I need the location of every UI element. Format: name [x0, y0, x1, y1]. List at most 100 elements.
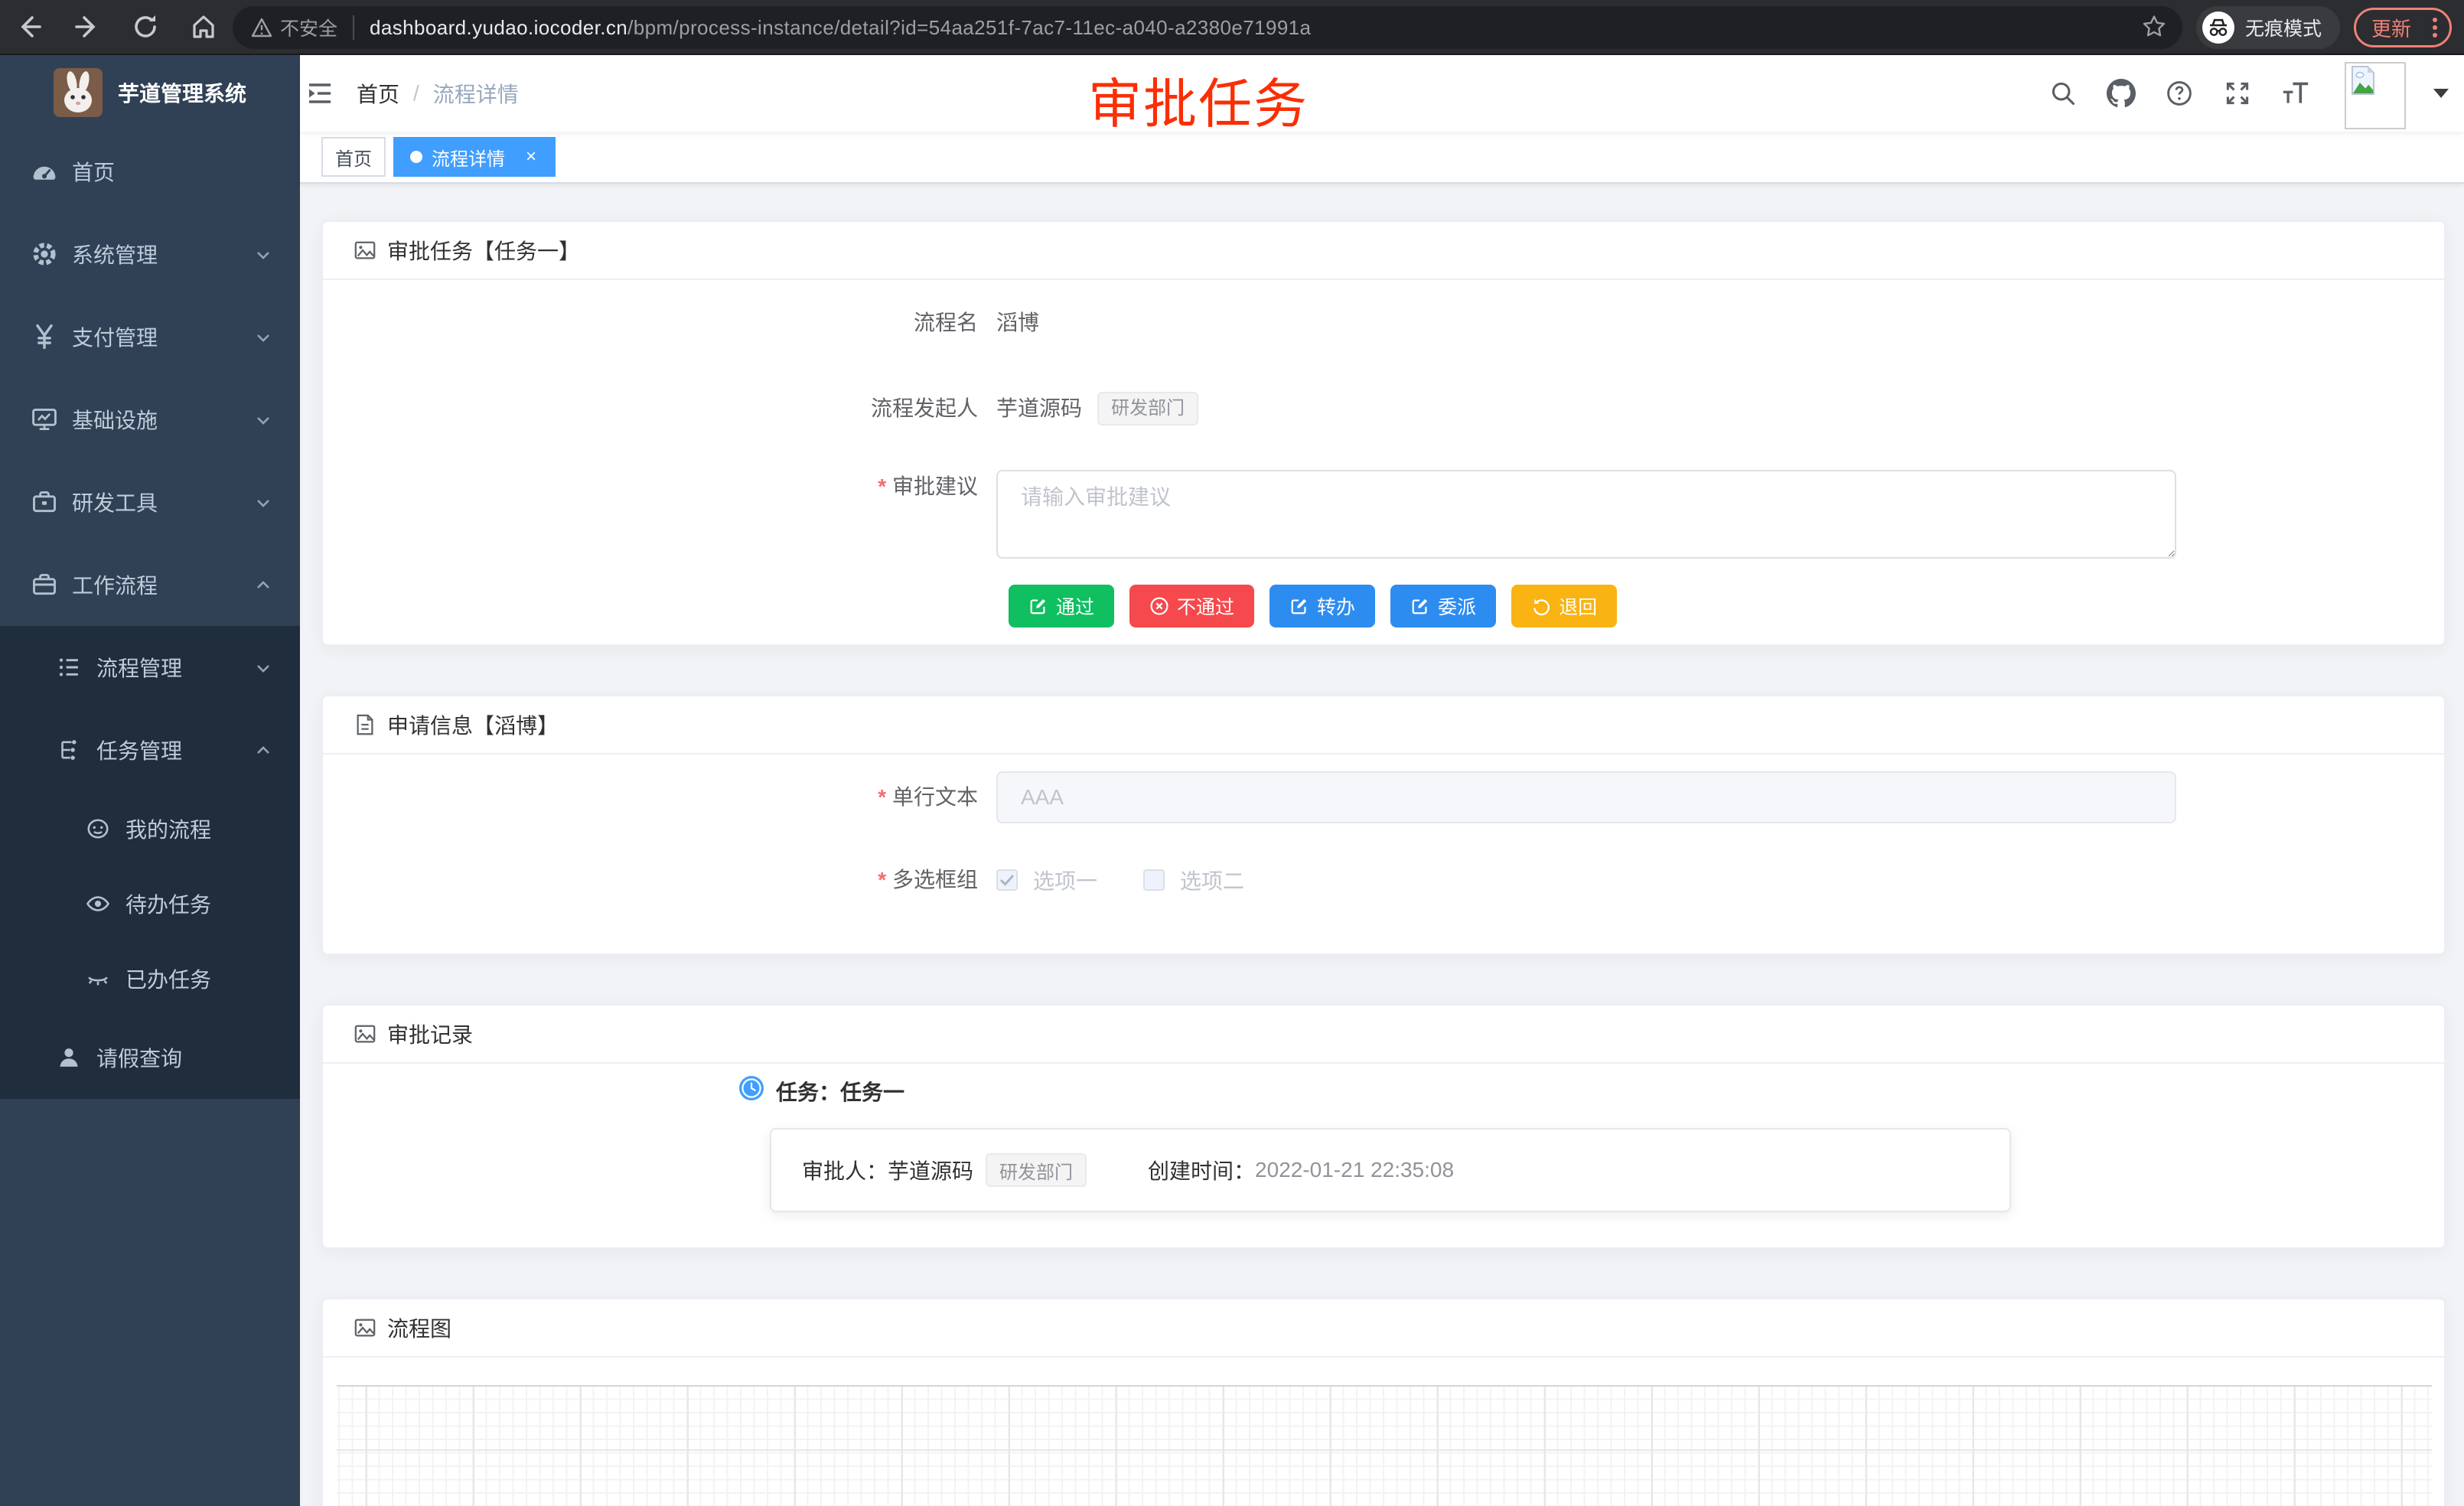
eye-closed-icon: [84, 966, 112, 992]
sidebar-item-label: 基础设施: [72, 404, 158, 435]
bpmn-canvas[interactable]: [337, 1385, 2432, 1506]
card-header: 审批任务【任务一】: [323, 222, 2444, 280]
update-label: 更新: [2371, 14, 2411, 42]
timeline: 任务：任务一 审批人： 芋道源码 研发部门 创建时间： 2022-01-21 2…: [739, 1064, 2413, 1212]
chevron-down-icon: [254, 245, 272, 269]
apply-info-card: 申请信息【滔博】 单行文本 多选框组 选项一: [321, 695, 2446, 955]
process-name-label: 流程名: [354, 306, 996, 340]
breadcrumb-current: 流程详情: [433, 78, 519, 109]
fullscreen-icon[interactable]: [2219, 55, 2256, 132]
document-icon: [354, 713, 376, 736]
initiator-value: 芋道源码: [996, 392, 1082, 425]
sidebar-item-payment[interactable]: 支付管理: [0, 295, 300, 378]
briefcase-icon: [31, 571, 58, 598]
sidebar-submenu: 流程管理 任务管理 我的流程 待办任务 已办任务 请假: [0, 626, 300, 1099]
card-title: 审批任务【任务一】: [387, 235, 580, 266]
assignee-value: 芋道源码: [888, 1155, 973, 1185]
sidebar-item-label: 工作流程: [72, 569, 158, 600]
chevron-down-icon: [254, 658, 272, 683]
process-name-value: 滔博: [996, 306, 1039, 340]
checkbox-group-label: 多选框组: [354, 863, 996, 897]
sidebar-item-label: 待办任务: [125, 888, 211, 919]
toolbox-icon: [31, 488, 58, 516]
reject-button[interactable]: 不通过: [1129, 585, 1254, 628]
sidebar-item-leave-query[interactable]: 请假查询: [0, 1016, 300, 1099]
picture-icon: [354, 239, 376, 262]
suggestion-textarea[interactable]: [996, 470, 2176, 559]
font-size-icon[interactable]: [2277, 55, 2314, 132]
timeline-clock-icon: [739, 1076, 764, 1107]
sidebar-item-system[interactable]: 系统管理: [0, 213, 300, 295]
sidebar-item-label: 系统管理: [72, 239, 158, 269]
avatar[interactable]: [2345, 62, 2406, 129]
checkbox-checked-icon: [996, 869, 1018, 891]
dashboard-icon: [31, 158, 58, 185]
sidebar-item-done-tasks[interactable]: 已办任务: [0, 941, 300, 1016]
approve-record-card: 审批记录 任务：任务一 审批人： 芋道源码 研发部门 创建时间：: [321, 1004, 2446, 1249]
created-time-value: 2022-01-21 22:35:08: [1255, 1158, 1454, 1182]
dept-tag: 研发部门: [986, 1153, 1087, 1187]
chevron-down-icon: [254, 410, 272, 435]
logo-avatar: [54, 68, 103, 117]
sidebar-item-label: 研发工具: [72, 487, 158, 517]
card-title: 申请信息【滔博】: [387, 709, 559, 740]
tab-home[interactable]: 首页: [321, 137, 386, 177]
transfer-button[interactable]: 转办: [1269, 585, 1375, 628]
user-icon: [55, 1045, 83, 1071]
forward-icon[interactable]: [58, 5, 116, 48]
breadcrumb: 首页 / 流程详情: [357, 78, 519, 109]
assignee-label: 审批人：: [802, 1155, 888, 1185]
chrome-menu-icon[interactable]: [2433, 18, 2437, 37]
list-icon: [55, 654, 83, 680]
sidebar-item-label: 任务管理: [96, 735, 182, 765]
return-button[interactable]: 退回: [1511, 585, 1617, 628]
tab-process-detail[interactable]: 流程详情 ×: [393, 137, 556, 177]
card-header: 审批记录: [323, 1006, 2444, 1064]
browser-toolbar: 不安全 dashboard.yudao.iocoder.cn/bpm/proce…: [0, 0, 2464, 55]
sidebar-item-todo-tasks[interactable]: 待办任务: [0, 866, 300, 941]
delegate-button[interactable]: 委派: [1390, 585, 1496, 628]
sidebar-item-infra[interactable]: 基础设施: [0, 378, 300, 461]
sidebar-item-my-process[interactable]: 我的流程: [0, 791, 300, 866]
active-tab-dot: [410, 151, 422, 163]
bookmark-star-icon[interactable]: [2141, 14, 2167, 46]
sidebar-item-label: 支付管理: [72, 321, 158, 352]
broken-image-icon: [2348, 65, 2378, 96]
sidebar-collapse-icon[interactable]: [300, 55, 347, 132]
home-icon[interactable]: [174, 5, 233, 48]
card-title: 流程图: [387, 1312, 451, 1343]
sidebar-item-workflow[interactable]: 工作流程: [0, 543, 300, 626]
sidebar-item-process-mgmt[interactable]: 流程管理: [0, 626, 300, 709]
incognito-label: 无痕模式: [2245, 14, 2322, 41]
url-text[interactable]: dashboard.yudao.iocoder.cn/bpm/process-i…: [370, 16, 1311, 40]
sidebar-item-task-mgmt[interactable]: 任务管理: [0, 709, 300, 791]
avatar-dropdown-caret[interactable]: [2433, 89, 2449, 98]
eye-open-icon: [84, 891, 112, 917]
card-header: 流程图: [323, 1299, 2444, 1358]
back-icon[interactable]: [0, 5, 58, 48]
checkbox-option1: 选项一: [996, 865, 1097, 895]
app-logo[interactable]: 芋道管理系统: [0, 55, 300, 130]
approve-button[interactable]: 通过: [1009, 585, 1114, 628]
close-icon[interactable]: ×: [520, 146, 542, 168]
sidebar-item-home[interactable]: 首页: [0, 130, 300, 213]
chrome-update-button[interactable]: 更新: [2354, 8, 2452, 47]
text-field-input: [996, 771, 2176, 823]
search-icon[interactable]: [2045, 55, 2081, 132]
picture-icon: [354, 1022, 376, 1045]
yen-icon: [31, 323, 58, 350]
created-time-label: 创建时间：: [1148, 1155, 1255, 1185]
help-icon[interactable]: [2161, 55, 2198, 132]
dept-tag: 研发部门: [1097, 392, 1198, 425]
url-bar[interactable]: 不安全 dashboard.yudao.iocoder.cn/bpm/proce…: [233, 6, 2182, 49]
reload-icon[interactable]: [116, 5, 174, 48]
sidebar-item-devtools[interactable]: 研发工具: [0, 461, 300, 543]
github-icon[interactable]: [2103, 55, 2140, 132]
page-content: 审批任务【任务一】 流程名 滔博 流程发起人 芋道源码 研发部门: [300, 184, 2464, 1506]
tree-icon: [55, 737, 83, 763]
gear-icon: [31, 240, 58, 268]
not-secure-warning[interactable]: 不安全: [251, 14, 337, 41]
sidebar: 芋道管理系统 首页 系统管理 支付管理 基础设施 研发工具 工作流: [0, 55, 300, 1506]
record-item: 审批人： 芋道源码 研发部门 创建时间： 2022-01-21 22:35:08: [770, 1128, 2011, 1212]
breadcrumb-home[interactable]: 首页: [357, 78, 399, 109]
